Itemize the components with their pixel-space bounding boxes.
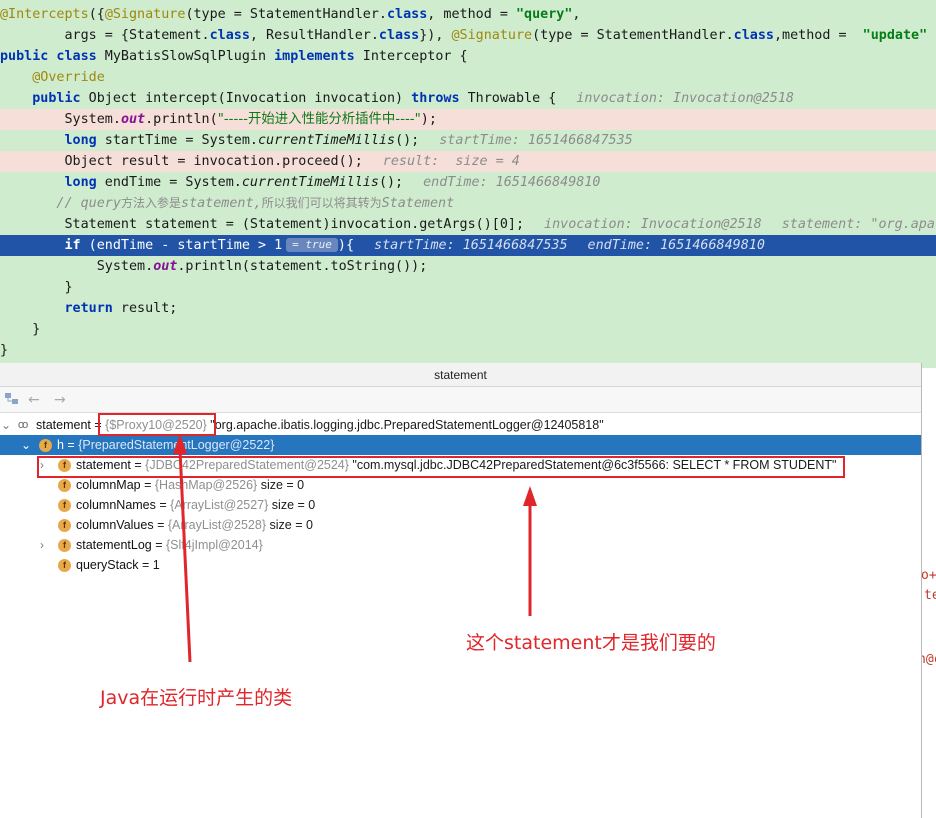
annotation-note-statement: 这个statement才是我们要的 <box>466 632 716 654</box>
proxy-arrowhead-icon <box>173 434 187 454</box>
annotation-note-proxy: Java在运行时产生的类 <box>100 687 293 709</box>
proxy-arrow-line <box>178 449 192 663</box>
statement-arrowhead-icon <box>523 486 537 506</box>
